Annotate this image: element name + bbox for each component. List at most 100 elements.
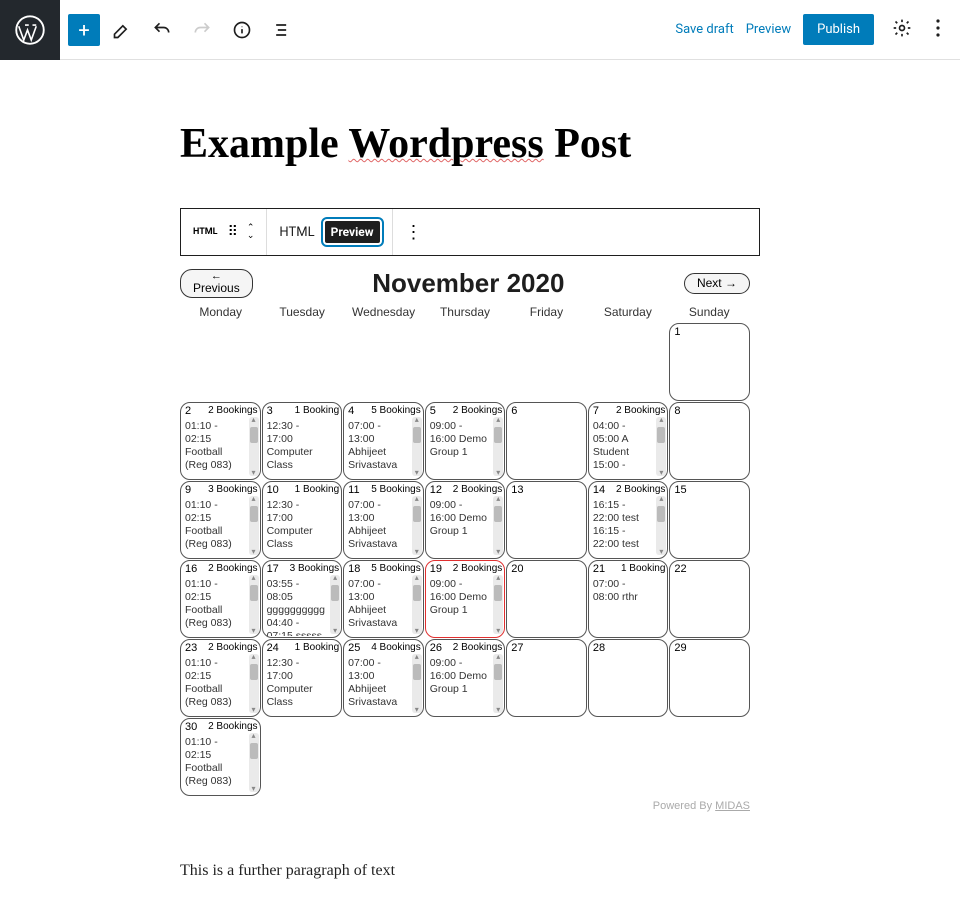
cell-scrollbar[interactable] (412, 417, 422, 476)
info-icon[interactable] (224, 12, 260, 48)
calendar-day-cell[interactable]: 241 Booking12:30 - 17:00 Computer Class (262, 639, 343, 717)
undo-icon[interactable] (144, 12, 180, 48)
block-drag-handle-icon[interactable]: ⠿ (228, 224, 237, 240)
cell-day-number: 17 (267, 563, 279, 577)
calendar-empty-cell (669, 718, 750, 796)
calendar-day-cell[interactable]: 254 Bookings07:00 - 13:00 Abhijeet Sriva… (343, 639, 424, 717)
cell-scrollbar[interactable] (249, 417, 259, 476)
cell-day-number: 13 (511, 484, 523, 498)
calendar-day-cell[interactable]: 8 (669, 402, 750, 480)
calendar-day-cell[interactable]: 162 Bookings01:10 - 02:15 Football (Reg … (180, 560, 261, 638)
editor-topbar: + Save draft Preview Publish (0, 0, 960, 60)
calendar-next-button[interactable]: Next → (684, 273, 750, 293)
calendar-day-cell[interactable]: 1 (669, 323, 750, 401)
calendar-day-cell[interactable]: 115 Bookings07:00 - 13:00 Abhijeet Sriva… (343, 481, 424, 559)
body-paragraph[interactable]: This is a further paragraph of text (180, 862, 760, 880)
cell-day-number: 7 (593, 405, 599, 419)
title-text-2: Wordpress (348, 121, 543, 167)
block-more-segment: ⋮ (393, 209, 435, 255)
cell-scrollbar[interactable] (330, 575, 340, 634)
cell-day-number: 2 (185, 405, 191, 419)
outline-icon[interactable] (264, 12, 300, 48)
cell-day-number: 22 (674, 563, 686, 577)
mode-html-button[interactable]: HTML (279, 225, 314, 240)
move-down-icon[interactable]: ⌄ (247, 232, 255, 240)
post-title[interactable]: Example Wordpress Post (180, 120, 760, 168)
day-header: Sunday (669, 305, 750, 319)
cell-day-number: 14 (593, 484, 605, 498)
calendar-day-cell[interactable]: 6 (506, 402, 587, 480)
cell-scrollbar[interactable] (412, 654, 422, 713)
block-type-badge[interactable]: HTML (193, 227, 218, 237)
edit-icon[interactable] (104, 12, 140, 48)
calendar-day-cell[interactable]: 13 (506, 481, 587, 559)
cell-booking-summary: 1 Booking (295, 405, 339, 419)
calendar-day-cell[interactable]: 142 Bookings16:15 - 22:00 test 16:15 - 2… (588, 481, 669, 559)
calendar-day-cell[interactable]: 192 Bookings09:00 - 16:00 Demo Group 1 (425, 560, 506, 638)
calendar-day-cell[interactable]: 15 (669, 481, 750, 559)
cell-scrollbar[interactable] (249, 575, 259, 634)
powered-by: Powered By MIDAS (180, 800, 750, 812)
calendar-day-cell[interactable]: 72 Bookings04:00 - 05:00 A Student 15:00… (588, 402, 669, 480)
cell-scrollbar[interactable] (493, 575, 503, 634)
cell-booking-detail: 12:30 - 17:00 Computer Class (267, 657, 340, 715)
cell-scrollbar[interactable] (493, 654, 503, 713)
cell-scrollbar[interactable] (249, 654, 259, 713)
calendar-empty-cell (588, 718, 669, 796)
calendar-day-cell[interactable]: 93 Bookings01:10 - 02:15 Football (Reg 0… (180, 481, 261, 559)
calendar-empty-cell (343, 718, 424, 796)
mode-preview-button[interactable]: Preview (325, 221, 380, 243)
calendar-day-cell[interactable]: 101 Booking12:30 - 17:00 Computer Class (262, 481, 343, 559)
calendar-empty-cell (180, 323, 261, 401)
settings-icon[interactable] (886, 12, 918, 48)
calendar-day-cell[interactable]: 22 Bookings01:10 - 02:15 Football (Reg 0… (180, 402, 261, 480)
cell-booking-detail: 04:00 - 05:00 A Student 15:00 - (593, 420, 666, 478)
block-move-arrows[interactable]: ⌃⌄ (247, 224, 255, 240)
calendar-day-cell[interactable]: 52 Bookings09:00 - 16:00 Demo Group 1 (425, 402, 506, 480)
calendar-day-cell[interactable]: 31 Booking12:30 - 17:00 Computer Class (262, 402, 343, 480)
cell-scrollbar[interactable] (249, 733, 259, 792)
cell-scrollbar[interactable] (493, 417, 503, 476)
cell-day-number: 4 (348, 405, 354, 419)
save-draft-link[interactable]: Save draft (675, 22, 733, 37)
calendar-empty-cell (262, 718, 343, 796)
calendar-day-cell[interactable]: 45 Bookings07:00 - 13:00 Abhijeet Srivas… (343, 402, 424, 480)
cell-scrollbar[interactable] (656, 417, 666, 476)
cell-day-number: 3 (267, 405, 273, 419)
title-text-1: Example (180, 121, 348, 167)
calendar-day-cell[interactable]: 185 Bookings07:00 - 13:00 Abhijeet Sriva… (343, 560, 424, 638)
day-header: Monday (180, 305, 261, 319)
more-menu-icon[interactable] (930, 13, 946, 47)
calendar-empty-cell (343, 323, 424, 401)
cell-scrollbar[interactable] (412, 575, 422, 634)
redo-icon (184, 12, 220, 48)
calendar-day-cell[interactable]: 122 Bookings09:00 - 16:00 Demo Group 1 (425, 481, 506, 559)
topbar-right-tools: Save draft Preview Publish (675, 12, 960, 48)
calendar-day-cell[interactable]: 232 Bookings01:10 - 02:15 Football (Reg … (180, 639, 261, 717)
cell-scrollbar[interactable] (656, 496, 666, 555)
cell-booking-detail: 07:00 - 13:00 Abhijeet Srivastava (348, 657, 421, 715)
calendar-day-cell[interactable]: 173 Bookings03:55 - 08:05 gggggggggg 04:… (262, 560, 343, 638)
publish-button[interactable]: Publish (803, 14, 874, 45)
cell-day-number: 29 (674, 642, 686, 656)
calendar-prev-button[interactable]: ←Previous (180, 269, 253, 298)
editor-canvas[interactable]: Example Wordpress Post HTML ⠿ ⌃⌄ HTML Pr… (0, 60, 940, 915)
calendar-day-cell[interactable]: 302 Bookings01:10 - 02:15 Football (Reg … (180, 718, 261, 796)
calendar-day-cell[interactable]: 22 (669, 560, 750, 638)
cell-scrollbar[interactable] (412, 496, 422, 555)
preview-link[interactable]: Preview (746, 22, 791, 37)
add-block-button[interactable]: + (68, 14, 100, 46)
calendar-day-cell[interactable]: 28 (588, 639, 669, 717)
powered-by-link[interactable]: MIDAS (715, 800, 750, 812)
calendar-day-cell[interactable]: 20 (506, 560, 587, 638)
calendar-day-cell[interactable]: 27 (506, 639, 587, 717)
cell-scrollbar[interactable] (493, 496, 503, 555)
cell-scrollbar[interactable] (249, 496, 259, 555)
cell-booking-detail: 12:30 - 17:00 Computer Class (267, 499, 340, 557)
block-more-icon[interactable]: ⋮ (405, 222, 423, 243)
wordpress-logo[interactable] (0, 0, 60, 60)
calendar-day-cell[interactable]: 262 Bookings09:00 - 16:00 Demo Group 1 (425, 639, 506, 717)
cell-day-number: 1 (674, 326, 680, 340)
calendar-day-cell[interactable]: 211 Booking07:00 - 08:00 rthr (588, 560, 669, 638)
calendar-day-cell[interactable]: 29 (669, 639, 750, 717)
